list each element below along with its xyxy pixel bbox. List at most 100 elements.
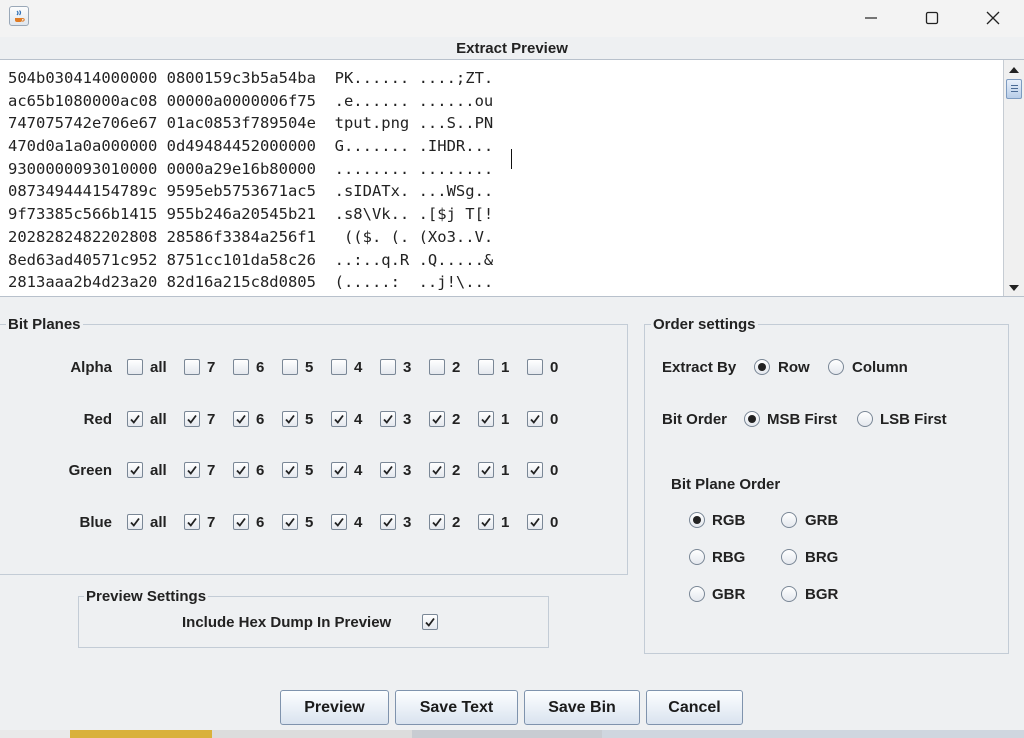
alpha-bit-3-checkbox[interactable] — [380, 359, 396, 375]
red-bit-2-label: 2 — [452, 411, 461, 428]
green-bit-1-checkbox[interactable] — [478, 462, 494, 478]
order-brg-radio[interactable] — [781, 549, 797, 565]
blue-bit-2-checkbox[interactable] — [429, 514, 445, 530]
hex-line: 8ed63ad40571c952 8751cc101da58c26 ..:..q… — [8, 250, 494, 269]
order-rgb-radio[interactable] — [689, 512, 705, 528]
red-bit-7-checkbox[interactable] — [184, 411, 200, 427]
red-bit-all-checkbox[interactable] — [127, 411, 143, 427]
checkmark-icon — [481, 465, 491, 475]
checkmark-icon — [481, 414, 491, 424]
green-bit-3-checkbox[interactable] — [380, 462, 396, 478]
green-bit-1-label: 1 — [501, 462, 510, 479]
blue-bit-4-checkbox[interactable] — [331, 514, 347, 530]
scroll-up-arrow[interactable] — [1004, 60, 1024, 78]
blue-bit-1-checkbox[interactable] — [478, 514, 494, 530]
save-bin-button[interactable]: Save Bin — [524, 690, 640, 725]
red-bit-3-label: 3 — [403, 411, 412, 428]
checkmark-icon — [130, 465, 140, 475]
title-bar — [0, 0, 1024, 37]
blue-bit-0-label: 0 — [550, 514, 559, 531]
red-bit-6-label: 6 — [256, 411, 265, 428]
green-bit-0-checkbox[interactable] — [527, 462, 543, 478]
blue-bit-5-checkbox[interactable] — [282, 514, 298, 530]
lsb-first-radio[interactable] — [857, 411, 873, 427]
green-bit-5-checkbox[interactable] — [282, 462, 298, 478]
order-grb-radio[interactable] — [781, 512, 797, 528]
java-cup-icon — [9, 6, 29, 26]
order-gbr-radio[interactable] — [689, 586, 705, 602]
hex-line: 087349444154789c 9595eb5753671ac5 .sIDAT… — [8, 182, 494, 201]
extract-by-row-label: Row — [778, 359, 810, 376]
background-desktop-peek — [0, 730, 1024, 738]
red-bit-3-checkbox[interactable] — [380, 411, 396, 427]
preview-button[interactable]: Preview — [280, 690, 389, 725]
red-bit-2-checkbox[interactable] — [429, 411, 445, 427]
red-bit-5-checkbox[interactable] — [282, 411, 298, 427]
alpha-bit-4-checkbox[interactable] — [331, 359, 347, 375]
order-bgr-radio[interactable] — [781, 586, 797, 602]
checkmark-icon — [285, 465, 295, 475]
alpha-bit-7-checkbox[interactable] — [184, 359, 200, 375]
checkmark-icon — [334, 414, 344, 424]
checkmark-icon — [130, 414, 140, 424]
green-bit-2-checkbox[interactable] — [429, 462, 445, 478]
vertical-scrollbar[interactable] — [1003, 60, 1024, 296]
alpha-bit-0-checkbox[interactable] — [527, 359, 543, 375]
blue-bit-1-label: 1 — [501, 514, 510, 531]
order-rbg-radio[interactable] — [689, 549, 705, 565]
save-text-button[interactable]: Save Text — [395, 690, 518, 725]
include-hex-checkbox[interactable] — [422, 614, 438, 630]
red-bit-6-checkbox[interactable] — [233, 411, 249, 427]
minimize-button[interactable] — [840, 0, 902, 36]
green-bit-all-checkbox[interactable] — [127, 462, 143, 478]
alpha-bit-5-checkbox[interactable] — [282, 359, 298, 375]
blue-bit-all-checkbox[interactable] — [127, 514, 143, 530]
bit-plane-order-label: Bit Plane Order — [671, 476, 781, 493]
scroll-thumb[interactable] — [1006, 79, 1022, 99]
blue-bit-3-checkbox[interactable] — [380, 514, 396, 530]
alpha-bit-1-checkbox[interactable] — [478, 359, 494, 375]
alpha-bit-2-checkbox[interactable] — [429, 359, 445, 375]
alpha-bit-7-label: 7 — [207, 359, 216, 376]
green-bit-7-checkbox[interactable] — [184, 462, 200, 478]
red-bit-5-label: 5 — [305, 411, 314, 428]
red-bit-all-label: all — [150, 411, 167, 428]
green-bit-5-label: 5 — [305, 462, 314, 479]
red-bit-4-checkbox[interactable] — [331, 411, 347, 427]
green-bit-all-label: all — [150, 462, 167, 479]
red-bit-1-checkbox[interactable] — [478, 411, 494, 427]
minimize-icon — [865, 17, 877, 19]
preview-settings-title: Preview Settings — [84, 588, 209, 605]
extract-by-row-radio[interactable] — [754, 359, 770, 375]
checkmark-icon — [425, 617, 435, 627]
checkmark-icon — [334, 517, 344, 527]
hex-line: 2813aaa2b4d23a20 82d16a215c8d0805 (.....… — [8, 273, 494, 292]
preview-text-area[interactable]: 504b030414000000 0800159c3b5a54ba PK....… — [0, 59, 1024, 297]
hex-line: ac65b1080000ac08 00000a0000006f75 .e....… — [8, 91, 494, 110]
checkmark-icon — [432, 414, 442, 424]
order-settings-title: Order settings — [651, 316, 758, 333]
blue-bit-0-checkbox[interactable] — [527, 514, 543, 530]
blue-bit-7-checkbox[interactable] — [184, 514, 200, 530]
maximize-button[interactable] — [901, 0, 963, 36]
green-bit-4-checkbox[interactable] — [331, 462, 347, 478]
green-bit-7-label: 7 — [207, 462, 216, 479]
green-row-label: Green — [68, 462, 112, 479]
alpha-bit-6-checkbox[interactable] — [233, 359, 249, 375]
green-bit-6-checkbox[interactable] — [233, 462, 249, 478]
msb-first-radio[interactable] — [744, 411, 760, 427]
order-gbr-label: GBR — [712, 586, 746, 603]
extract-by-label: Extract By — [662, 359, 737, 376]
alpha-bit-all-checkbox[interactable] — [127, 359, 143, 375]
blue-bit-6-checkbox[interactable] — [233, 514, 249, 530]
close-button[interactable] — [962, 0, 1024, 36]
extract-by-column-radio[interactable] — [828, 359, 844, 375]
order-brg-label: BRG — [805, 549, 839, 566]
scroll-down-arrow[interactable] — [1004, 279, 1024, 296]
preview-title: Extract Preview — [456, 40, 568, 57]
red-bit-0-checkbox[interactable] — [527, 411, 543, 427]
alpha-row-label: Alpha — [70, 359, 112, 376]
blue-bit-2-label: 2 — [452, 514, 461, 531]
arrow-down-icon — [1009, 284, 1019, 291]
cancel-button[interactable]: Cancel — [646, 690, 743, 725]
